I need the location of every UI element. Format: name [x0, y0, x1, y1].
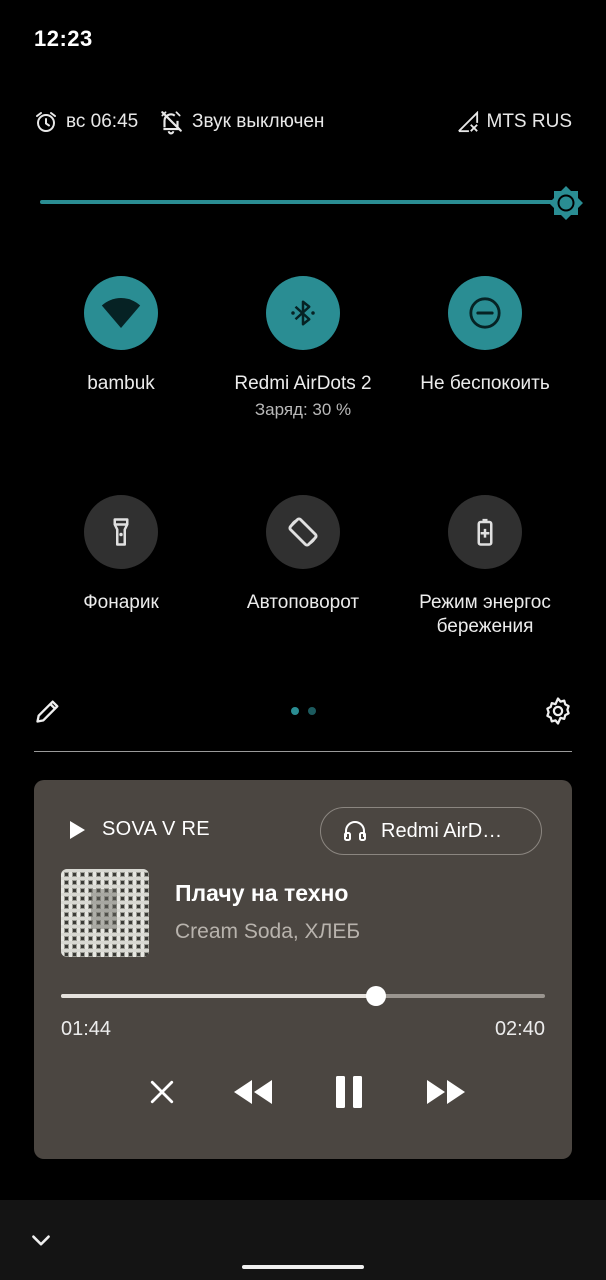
brightness-icon[interactable] — [548, 185, 584, 221]
auto-rotate-icon[interactable] — [266, 495, 340, 569]
play-icon — [70, 820, 85, 839]
home-gesture-bar[interactable] — [242, 1265, 364, 1269]
wifi-icon[interactable] — [84, 276, 158, 350]
media-app-name: SOVA V RE — [102, 818, 210, 840]
pause-icon[interactable] — [327, 1074, 371, 1110]
carrier-text: MTS RUS — [486, 111, 573, 132]
do-not-disturb-icon[interactable] — [448, 276, 522, 350]
track-artist: Cream Soda, ХЛЕБ — [175, 920, 361, 943]
media-app-row[interactable]: SOVA V RE — [68, 818, 210, 841]
settings-gear-icon[interactable] — [543, 696, 573, 726]
media-player-card[interactable]: SOVA V RE Redmi AirD… Плачу на техно Cre… — [34, 780, 572, 1159]
page-indicator — [308, 707, 316, 715]
no-signal-icon — [457, 111, 478, 133]
tile-auto-rotate-label: Автоповорот — [246, 592, 360, 613]
output-device-button[interactable]: Redmi AirD… — [320, 807, 542, 855]
output-device-label: Redmi AirD… — [381, 819, 503, 842]
carrier-info[interactable]: MTS RUS — [457, 108, 573, 136]
sound-text: Звук выключен — [192, 111, 325, 132]
alarm-text: вс 06:45 — [66, 111, 139, 132]
time-current: 01:44 — [61, 1018, 112, 1040]
tile-do-not-disturb[interactable]: Не беспокоить — [395, 276, 575, 396]
bell-off-icon — [161, 111, 182, 135]
tile-wifi-label: bambuk — [87, 373, 155, 394]
tile-battery-saver[interactable]: Режим энергос бережения — [395, 495, 575, 639]
tile-auto-rotate[interactable]: Автоповорот — [213, 495, 393, 615]
alarm-clock-icon — [36, 112, 56, 132]
tile-flashlight[interactable]: Фонарик — [31, 495, 211, 615]
tile-bluetooth-label: Redmi AirDots 2 — [234, 373, 372, 394]
edit-pencil-icon[interactable] — [34, 697, 62, 725]
album-art — [61, 869, 149, 957]
flashlight-icon[interactable] — [84, 495, 158, 569]
track-title: Плачу на техно — [175, 880, 349, 906]
alarm-info[interactable]: вс 06:45 — [34, 108, 138, 136]
chevron-down-icon[interactable] — [28, 1228, 54, 1254]
tile-bluetooth-sub: Заряд: 30 % — [254, 400, 352, 419]
tile-wifi[interactable]: bambuk — [31, 276, 211, 396]
divider — [34, 751, 572, 752]
close-icon[interactable] — [140, 1074, 184, 1110]
headphones-icon — [344, 821, 366, 841]
rewind-icon[interactable] — [231, 1074, 275, 1110]
status-bar-time: 12:23 — [34, 26, 93, 51]
battery-saver-icon[interactable] — [448, 495, 522, 569]
fast-forward-icon[interactable] — [424, 1074, 468, 1110]
tile-battery-saver-label: Режим энергос бережения — [419, 592, 551, 637]
page-indicator-active — [291, 707, 299, 715]
brightness-slider[interactable] — [40, 200, 560, 204]
seek-bar-thumb[interactable] — [366, 986, 386, 1006]
seek-bar-progress — [61, 994, 376, 998]
tile-flashlight-label: Фонарик — [83, 592, 159, 613]
bluetooth-icon[interactable] — [266, 276, 340, 350]
time-total: 02:40 — [494, 1018, 545, 1040]
tile-dnd-label: Не беспокоить — [420, 373, 550, 394]
sound-mode-info[interactable]: Звук выключен — [158, 108, 324, 136]
tile-bluetooth[interactable]: Redmi AirDots 2 Заряд: 30 % — [213, 276, 393, 420]
